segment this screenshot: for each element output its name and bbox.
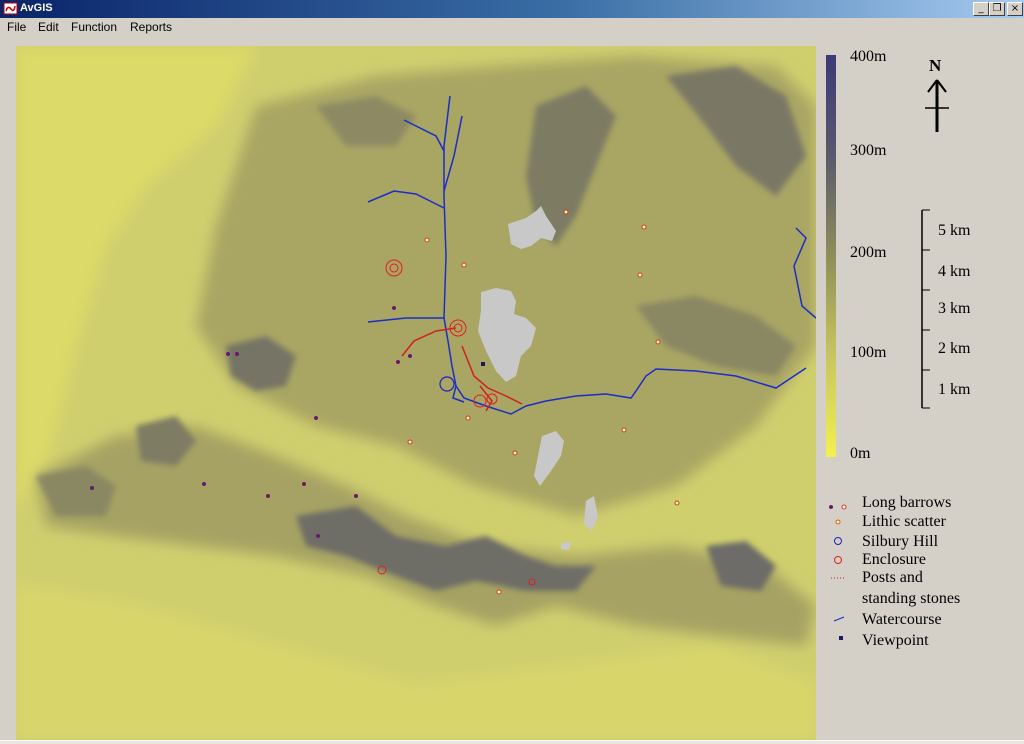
scale-label-3km: 3 km xyxy=(938,300,971,317)
app-window: AvGIS _ ❐ × File Edit Function Reports 4… xyxy=(0,0,1024,744)
legend-enclosure: Enclosure xyxy=(862,551,926,568)
scale-label-1km: 1 km xyxy=(938,381,971,398)
legend-viewpoint: Viewpoint xyxy=(862,632,929,649)
north-arrow-icon xyxy=(925,79,949,132)
menu-reports[interactable]: Reports xyxy=(130,20,172,34)
legend-lithic-icon xyxy=(835,519,841,525)
legend-posts-line1: Posts and xyxy=(862,569,923,586)
elevation-colorbar xyxy=(826,55,836,457)
elevation-label-400: 400m xyxy=(850,48,887,65)
legend-long-barrow-open-icon xyxy=(841,504,847,510)
legend-silbury-hill: Silbury Hill xyxy=(862,533,939,550)
close-button[interactable]: × xyxy=(1007,2,1023,16)
elevation-label-300: 300m xyxy=(850,142,887,159)
scale-label-4km: 4 km xyxy=(938,263,971,280)
legend-lithic-scatter: Lithic scatter xyxy=(862,513,946,530)
menu-bar: File Edit Function Reports xyxy=(0,18,1024,38)
north-label: N xyxy=(929,56,942,75)
legend-symbols xyxy=(829,504,847,640)
legend-viewpoint-icon xyxy=(839,636,843,640)
menu-file[interactable]: File xyxy=(7,20,26,34)
scale-label-2km: 2 km xyxy=(938,340,971,357)
legend-long-barrows: Long barrows xyxy=(862,494,952,511)
terrain-map[interactable] xyxy=(16,46,816,740)
legend-watercourse-icon xyxy=(833,616,845,622)
map-view[interactable] xyxy=(16,46,816,740)
title-bar[interactable]: AvGIS _ ❐ × xyxy=(0,0,1024,18)
scale-label-5km: 5 km xyxy=(938,222,971,239)
window-bottom-border xyxy=(0,740,1024,744)
elevation-label-200: 200m xyxy=(850,244,887,261)
elevation-label-0: 0m xyxy=(850,445,871,462)
elevation-label-100: 100m xyxy=(850,344,887,361)
legend-silbury-icon xyxy=(834,537,842,545)
window-title: AvGIS xyxy=(20,2,53,14)
legend-posts-line2: standing stones xyxy=(862,590,961,607)
legend-watercourse: Watercourse xyxy=(862,611,942,628)
legend-long-barrow-filled-icon xyxy=(829,505,833,509)
menu-function[interactable]: Function xyxy=(71,20,117,34)
app-icon xyxy=(3,2,18,15)
viewpoint-marker[interactable] xyxy=(481,362,485,366)
restore-button[interactable]: ❐ xyxy=(989,2,1005,16)
minimize-button[interactable]: _ xyxy=(973,2,989,16)
distance-scale-bar xyxy=(921,209,930,409)
legend-enclosure-icon xyxy=(834,556,842,564)
menu-edit[interactable]: Edit xyxy=(38,20,59,34)
